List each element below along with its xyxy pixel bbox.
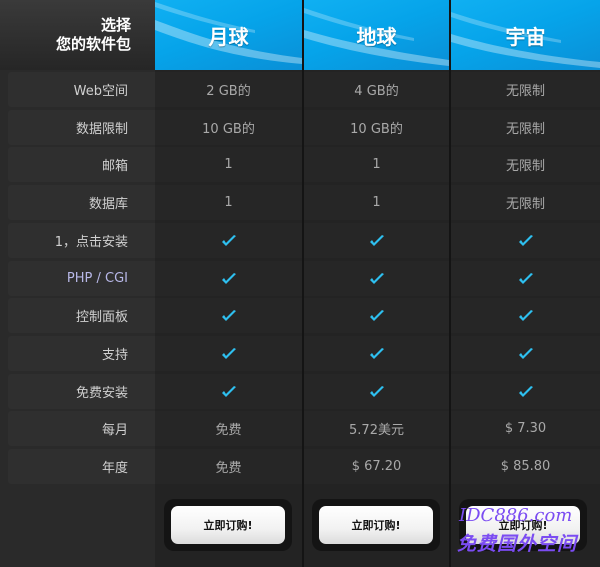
check-icon — [221, 272, 236, 284]
header-title-line2: 您的软件包 — [55, 35, 131, 53]
row-label: 数据限制 — [8, 110, 155, 145]
check-icon — [518, 272, 533, 284]
feature-cell — [155, 261, 302, 296]
feature-cell — [155, 223, 302, 258]
order-button-moon[interactable]: 立即订购! — [171, 506, 285, 544]
feature-cell — [304, 374, 449, 409]
value-cell: 2 GB的 — [155, 72, 302, 107]
value-cell: 1 — [304, 147, 449, 182]
feature-cell — [451, 223, 600, 258]
check-icon — [369, 234, 384, 246]
check-icon — [369, 347, 384, 359]
value-cell: $ 85.80 — [451, 449, 600, 484]
check-icon — [369, 385, 384, 397]
feature-cell — [155, 336, 302, 371]
header-label: 选择 您的软件包 — [0, 0, 155, 70]
check-icon — [369, 272, 384, 284]
check-icon — [221, 309, 236, 321]
plan-name: 月球 — [208, 24, 249, 49]
row-label: 每月 — [8, 411, 155, 446]
check-icon — [518, 385, 533, 397]
check-icon — [518, 234, 533, 246]
value-cell: 无限制 — [451, 72, 600, 107]
value-cell: 4 GB的 — [304, 72, 449, 107]
value-cell: 免费 — [155, 449, 302, 484]
plan-name: 地球 — [356, 24, 397, 49]
row-label: 数据库 — [8, 185, 155, 220]
row-label: 免费安装 — [8, 374, 155, 409]
order-button-frame: 立即订购! — [164, 499, 292, 551]
footer-spacer — [0, 486, 155, 567]
value-cell: 1 — [155, 147, 302, 182]
row-label: PHP / CGI — [8, 261, 155, 296]
feature-cell — [304, 298, 449, 333]
value-cell: 免费 — [155, 411, 302, 446]
value-cell: 10 GB的 — [304, 110, 449, 145]
plan-header-universe[interactable]: 宇宙 — [451, 0, 600, 70]
plan-header-moon[interactable]: 月球 — [155, 0, 302, 70]
order-button-universe[interactable]: 立即订购! — [466, 506, 580, 544]
row-label: 邮箱 — [8, 147, 155, 182]
feature-cell — [451, 261, 600, 296]
feature-cell — [155, 374, 302, 409]
value-cell: 1 — [304, 185, 449, 220]
feature-cell — [304, 261, 449, 296]
value-cell: 无限制 — [451, 185, 600, 220]
check-icon — [518, 309, 533, 321]
feature-cell — [155, 298, 302, 333]
order-button-frame: 立即订购! — [459, 499, 587, 551]
check-icon — [221, 385, 236, 397]
row-label: 年度 — [8, 449, 155, 484]
feature-cell — [304, 336, 449, 371]
check-icon — [221, 347, 236, 359]
value-cell: 无限制 — [451, 147, 600, 182]
feature-cell — [451, 374, 600, 409]
value-cell: 5.72美元 — [304, 411, 449, 446]
feature-cell — [451, 336, 600, 371]
value-cell: 10 GB的 — [155, 110, 302, 145]
feature-cell — [451, 298, 600, 333]
row-label: 控制面板 — [8, 298, 155, 333]
value-cell: $ 7.30 — [451, 411, 600, 446]
plan-header-earth[interactable]: 地球 — [304, 0, 449, 70]
check-icon — [221, 234, 236, 246]
value-cell: 1 — [155, 185, 302, 220]
row-label: 1，点击安装 — [8, 223, 155, 258]
check-icon — [369, 309, 384, 321]
feature-cell — [304, 223, 449, 258]
plan-name: 宇宙 — [505, 24, 546, 49]
check-icon — [518, 347, 533, 359]
row-label: Web空间 — [8, 72, 155, 107]
value-cell: $ 67.20 — [304, 449, 449, 484]
value-cell: 无限制 — [451, 110, 600, 145]
order-button-frame: 立即订购! — [312, 499, 440, 551]
header-title-line1: 选择 — [100, 16, 131, 34]
pricing-table: 选择 您的软件包 月球 地球 宇宙 Web空间 2 GB的 4 GB的 无限制 数据限制… — [0, 0, 600, 567]
row-label: 支持 — [8, 336, 155, 371]
order-button-earth[interactable]: 立即订购! — [319, 506, 433, 544]
